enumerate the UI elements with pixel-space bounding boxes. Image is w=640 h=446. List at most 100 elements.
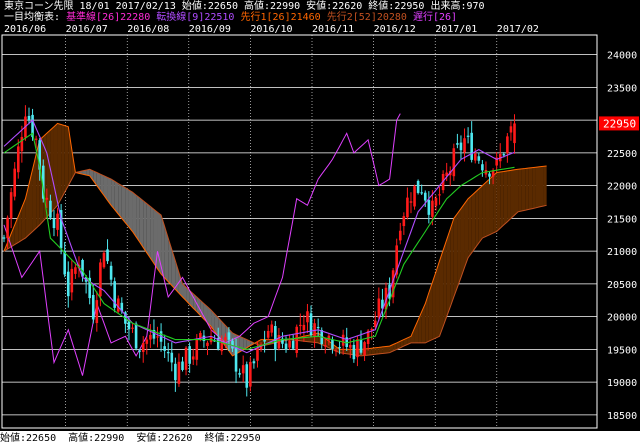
kumo-segment: [28, 169, 33, 235]
candle-body: [134, 323, 138, 349]
kumo-segment: [143, 200, 147, 253]
footer-open: 始値:22650: [0, 433, 57, 444]
candle-body: [66, 271, 70, 297]
candle-body: [502, 154, 506, 156]
candle-body: [359, 339, 363, 353]
candle-body: [245, 364, 249, 388]
candle-body: [138, 350, 141, 352]
candle-body: [398, 230, 402, 241]
kumo-segment: [464, 198, 469, 268]
x-tick-label: 2016/07: [66, 24, 108, 35]
candle-body: [270, 324, 274, 333]
candle-body: [459, 142, 463, 151]
candle-body: [52, 218, 56, 229]
candle-body: [184, 347, 188, 370]
x-tick-label: 2016/10: [250, 24, 292, 35]
x-tick-label: 2016/09: [189, 24, 231, 35]
kumo-segment: [425, 292, 429, 343]
y-tick-label: 22000: [607, 182, 637, 193]
candle-body: [231, 340, 234, 349]
candle-body: [299, 324, 302, 327]
kumo-segment: [146, 203, 151, 259]
candle-body: [6, 217, 9, 239]
candle-body: [252, 361, 256, 364]
candle-body: [241, 365, 245, 374]
kumo-segment: [514, 169, 519, 216]
candle-body: [363, 342, 366, 355]
kumo-segment: [503, 170, 508, 225]
kumo-segment: [61, 124, 65, 199]
candle-body: [402, 216, 406, 227]
candle-body: [234, 346, 238, 372]
kumo-segment: [371, 347, 376, 355]
candle-body: [370, 328, 374, 331]
candle-body: [456, 143, 459, 145]
y-tick-label: 23500: [607, 83, 637, 94]
y-tick-label: 21000: [607, 247, 637, 258]
kumo-segment: [507, 170, 511, 222]
candle-body: [295, 326, 299, 353]
candle-body: [284, 343, 288, 350]
candle-body: [431, 200, 434, 217]
candle-body: [238, 373, 241, 375]
candle-body: [334, 350, 338, 352]
candle-body: [16, 146, 20, 173]
x-tick-label: 2016/12: [374, 24, 416, 35]
kumo-segment: [125, 187, 129, 228]
kumo-segment: [453, 213, 458, 297]
candle-body: [256, 347, 259, 361]
kumo-segment: [121, 185, 126, 223]
candle-body: [338, 346, 341, 349]
candle-body: [356, 339, 359, 358]
candle-body: [56, 213, 59, 230]
kumo-segment: [471, 192, 476, 253]
kumo-segment: [439, 250, 444, 337]
kumo-segment: [385, 346, 390, 354]
candle-body: [473, 153, 477, 161]
candle-body: [224, 337, 227, 341]
candle-body: [406, 197, 409, 218]
kumo-segment: [539, 166, 544, 207]
ohlc-footer: 始値:22650 高値:22990 安値:22620 終値:22950: [0, 431, 640, 446]
candle-body: [27, 115, 31, 120]
candle-body: [416, 180, 420, 193]
kumo-segment: [139, 197, 144, 248]
candle-body: [99, 262, 102, 297]
kumo-segment: [378, 346, 383, 354]
candle-body: [74, 267, 77, 274]
candle-body: [331, 339, 334, 349]
plot-frame: [1, 34, 598, 429]
candle-body: [513, 123, 516, 144]
x-tick-label: 2016/08: [127, 24, 169, 35]
y-tick-label: 19000: [607, 378, 637, 389]
kumo-segment: [111, 179, 115, 210]
kumo-segment: [518, 168, 522, 212]
candle-body: [377, 298, 381, 318]
y-tick-label: 18500: [607, 411, 637, 422]
ichimoku-chart: 18500 19000 19500 20000 20500 21000 21500 22000…: [1, 24, 639, 429]
footer-close: 終値:22950: [204, 433, 261, 444]
kumo-segment: [64, 125, 69, 193]
candle-body: [438, 194, 441, 196]
candle-body: [191, 356, 195, 360]
kumo-segment: [118, 183, 122, 219]
candle-body: [227, 332, 231, 340]
candle-body: [106, 249, 109, 262]
candle-body: [470, 132, 473, 160]
kumo-segment: [150, 206, 154, 264]
candle-body: [274, 326, 277, 350]
candle-body: [466, 135, 470, 137]
y-tick-label: 20000: [607, 313, 637, 324]
candle-body: [509, 126, 513, 133]
candle-body: [170, 352, 174, 363]
candle-body: [163, 346, 166, 351]
candle-body: [70, 268, 74, 293]
candle-body: [352, 344, 356, 360]
candle-body: [131, 327, 134, 329]
candle-body: [324, 345, 327, 347]
kumo-segment: [468, 195, 472, 258]
candle-body: [63, 251, 66, 275]
kumo-segment: [368, 348, 372, 356]
kumo-segment: [532, 167, 536, 209]
y-tick-label: 19500: [607, 345, 637, 356]
